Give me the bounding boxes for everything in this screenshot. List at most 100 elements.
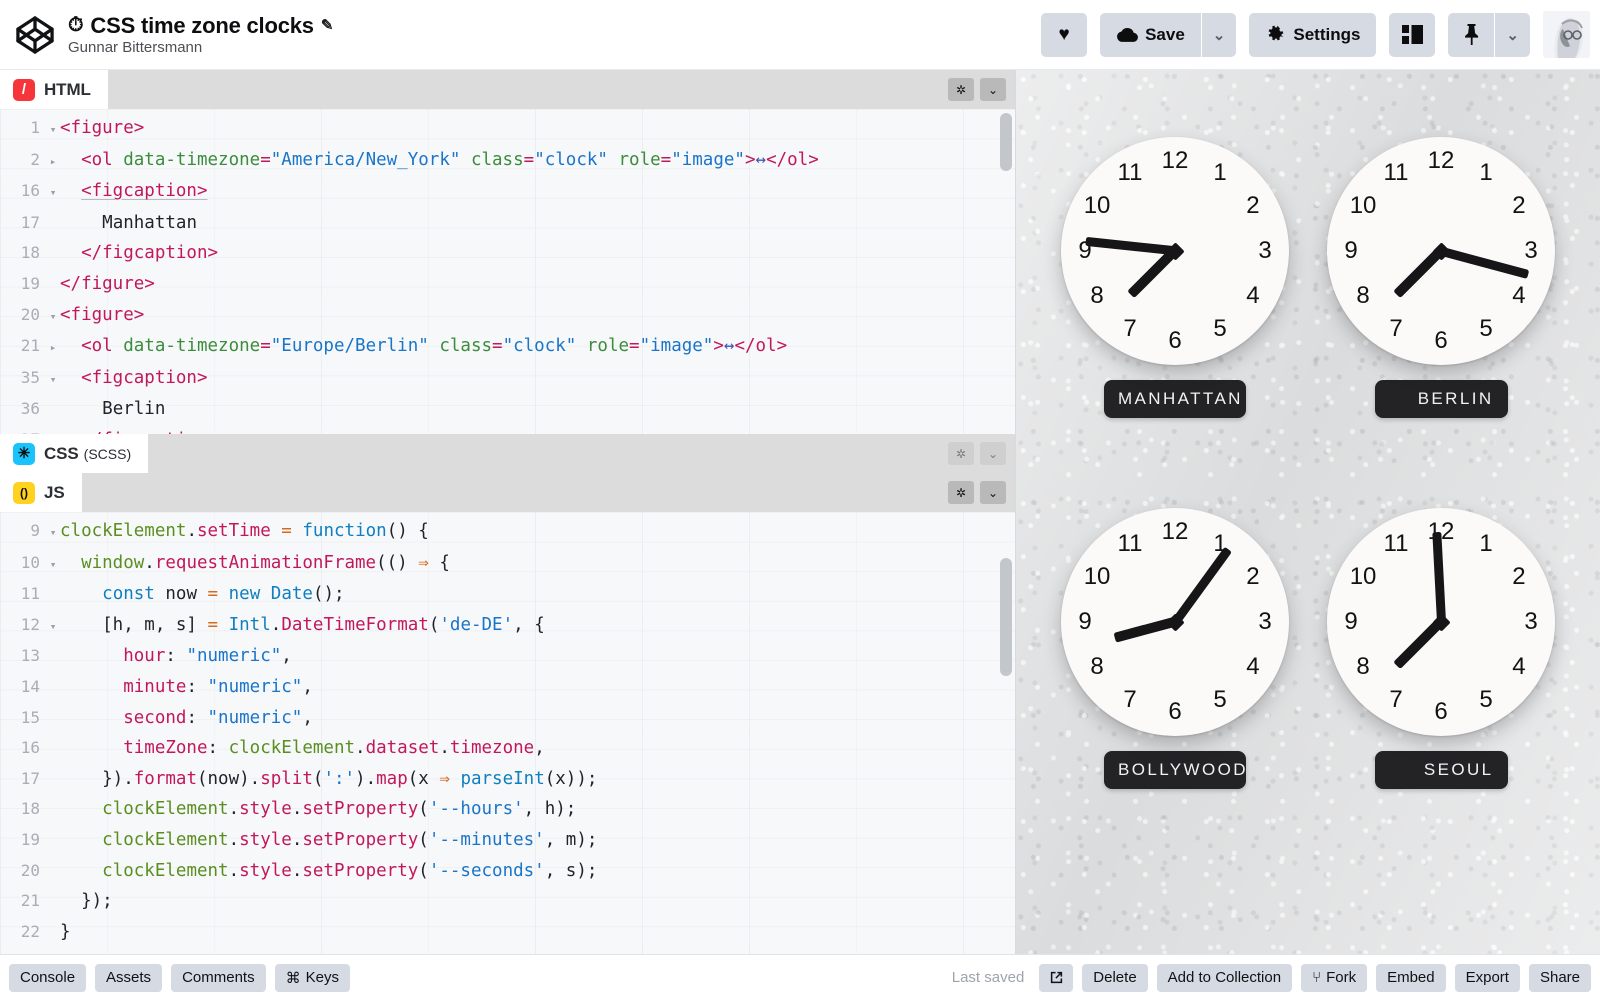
clock-number: 1 — [1479, 159, 1493, 187]
code-token: data-timezone — [123, 149, 261, 170]
save-label: Save — [1145, 24, 1185, 44]
fold-toggle[interactable]: ▾ — [46, 518, 60, 548]
fold-toggle[interactable]: ▸ — [46, 147, 60, 177]
clock-number: 3 — [1524, 237, 1538, 264]
code-token: setTime — [196, 521, 271, 541]
footer-keys-button[interactable]: ⌘ Keys — [274, 963, 350, 992]
code-token: ( — [418, 799, 429, 820]
pencil-icon[interactable]: ✎ — [321, 17, 334, 34]
chevron-down-icon: ⌄ — [987, 485, 999, 500]
tab-js[interactable]: () JS — [0, 473, 82, 512]
code-token: class — [439, 336, 493, 357]
js-settings-button[interactable]: ✲ — [948, 481, 974, 504]
pin-button[interactable] — [1448, 12, 1495, 57]
tab-html[interactable]: / HTML — [0, 70, 108, 109]
settings-button[interactable]: Settings — [1249, 12, 1377, 57]
code-token: (); — [312, 584, 345, 605]
js-editor-scrollbar[interactable] — [1000, 558, 1012, 676]
page-title: ⏱ CSS time zone clocks ✎ — [68, 13, 333, 38]
line-number: 17 — [20, 768, 40, 788]
footer-add-to-collection-button[interactable]: Add to Collection — [1156, 963, 1293, 992]
line-number: 10 — [20, 552, 40, 572]
fold-toggle[interactable]: ▾ — [46, 115, 60, 145]
pen-title-text[interactable]: CSS time zone clocks — [90, 13, 314, 38]
code-token: style — [239, 829, 292, 850]
footer-share-button[interactable]: Share — [1528, 963, 1591, 992]
tab-css[interactable]: ✳ CSS (SCSS) — [0, 434, 149, 473]
code-line: 14 minute: "numeric", — [0, 672, 1015, 703]
clock-number: 7 — [1123, 314, 1137, 342]
pen-author[interactable]: Gunnar Bittersmann — [68, 39, 333, 56]
code-token: setProperty — [302, 860, 419, 881]
code-token: <ol — [81, 336, 124, 357]
code-token: split — [260, 768, 313, 789]
open-preview-button[interactable] — [1039, 963, 1074, 992]
js-collapse-button[interactable]: ⌄ — [980, 481, 1006, 504]
button-label: Share — [1539, 969, 1580, 986]
line-number: 19 — [20, 273, 40, 293]
clock-figure: 12 1 2 3 4 5 6 7 8 9 10 11 SEOUL — [1327, 508, 1555, 789]
fold-toggle[interactable]: ▾ — [46, 178, 60, 208]
html-editor-scrollbar[interactable] — [1000, 113, 1012, 171]
footer-embed-button[interactable]: Embed — [1376, 963, 1446, 992]
fold-toggle[interactable]: ▾ — [46, 302, 60, 332]
clock-number: 5 — [1479, 685, 1493, 713]
fold-toggle[interactable]: ▾ — [46, 550, 60, 580]
code-line: 20 ▾ <figure> — [0, 300, 1015, 332]
css-icon: ✳ — [13, 442, 35, 465]
footer-comments-button[interactable]: Comments — [171, 963, 266, 992]
html-code-content[interactable]: 1 ▾ <figure> 2 ▸ <ol data-timezone="America/… — [0, 109, 1015, 434]
code-token: , h); — [523, 799, 577, 820]
js-code-editor[interactable]: 9 ▾ clockElement.setTime = function() {10 ▾… — [0, 512, 1015, 954]
code-token: '--seconds' — [428, 860, 545, 881]
css-collapse-button[interactable]: ⌄ — [980, 442, 1006, 465]
fold-toggle[interactable]: ▸ — [46, 333, 60, 363]
save-dropdown-button[interactable]: ⌄ — [1201, 12, 1237, 57]
html-collapse-button[interactable]: ⌄ — [980, 78, 1006, 101]
js-panel-header: () JS ✲ ⌄ — [0, 473, 1015, 512]
preview-pane[interactable]: 12 1 2 3 4 5 6 7 8 9 10 11 MANHATTAN 12 1 2 3 4 5 6 7 8 9 10 11 B… — [1015, 70, 1600, 954]
footer-assets-button[interactable]: Assets — [95, 963, 163, 992]
avatar[interactable] — [1543, 11, 1590, 58]
gear-icon: ✲ — [955, 446, 967, 461]
js-code-content[interactable]: 9 ▾ clockElement.setTime = function() {10 ▾… — [0, 512, 1015, 947]
gear-icon: ✲ — [955, 485, 967, 500]
footer-delete-button[interactable]: Delete — [1082, 963, 1148, 992]
clock-number: 8 — [1090, 653, 1104, 680]
html-settings-button[interactable]: ✲ — [948, 78, 974, 101]
html-code-editor[interactable]: 1 ▾ <figure> 2 ▸ <ol data-timezone="America/… — [0, 109, 1015, 434]
code-line: 18 clockElement.style.setProperty('--hou… — [0, 794, 1015, 825]
code-line: 13 hour: "numeric", — [0, 641, 1015, 672]
footer-console-button[interactable]: Console — [9, 963, 87, 992]
codepen-logo-icon[interactable] — [14, 14, 56, 56]
editor-column: / HTML ✲ ⌄ 1 ▾ <figure> 2 ▸ <ol data-timezon… — [0, 70, 1015, 954]
clock-figure: 12 1 2 3 4 5 6 7 8 9 10 11 MANHATTAN — [1061, 137, 1289, 418]
clock-number: 10 — [1349, 192, 1377, 219]
footer-fork-button[interactable]: ⑂ Fork — [1301, 963, 1368, 992]
code-token: <figure> — [60, 118, 145, 138]
code-line: 11 const now = new Date(); — [0, 579, 1015, 610]
minute-hand — [1171, 546, 1232, 625]
love-button[interactable]: ♥ — [1041, 12, 1088, 57]
code-token: = — [207, 614, 219, 635]
save-button[interactable]: Save — [1100, 12, 1201, 57]
fold-toggle[interactable]: ▾ — [46, 365, 60, 395]
html-icon: / — [13, 78, 35, 101]
footer-export-button[interactable]: Export — [1454, 963, 1520, 992]
pin-dropdown-button[interactable]: ⌄ — [1495, 12, 1530, 57]
code-token: 'de-DE' — [439, 614, 514, 635]
code-token: = — [523, 149, 535, 170]
code-token: "America/New_York" — [270, 149, 461, 170]
code-token: role — [586, 336, 630, 357]
line-number: 21 — [20, 891, 40, 911]
fold-toggle[interactable]: ▾ — [46, 612, 60, 642]
clock-number: 2 — [1246, 192, 1260, 219]
button-label: Comments — [182, 969, 255, 986]
layout-button[interactable] — [1389, 12, 1436, 57]
code-token: "clock" — [502, 336, 577, 357]
code-token: . — [355, 738, 366, 759]
css-settings-button[interactable]: ✲ — [948, 442, 974, 465]
